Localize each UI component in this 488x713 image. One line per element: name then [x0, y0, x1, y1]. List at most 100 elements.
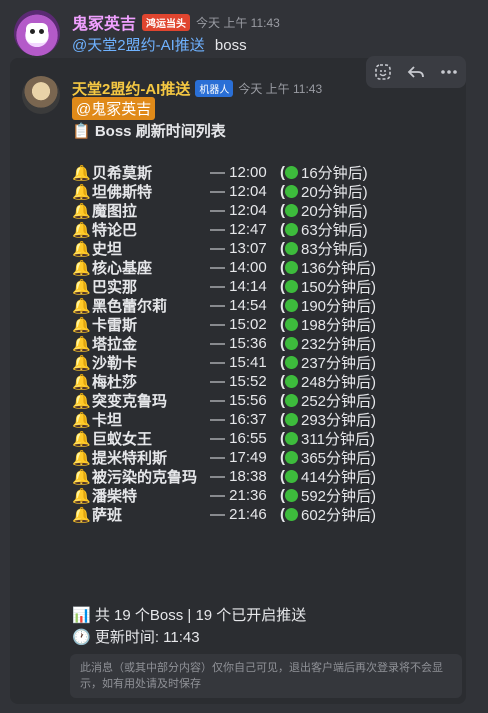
bell-icon: 🔔 [72, 506, 91, 524]
boss-time: — 12:04 [210, 183, 267, 200]
bot-avatar[interactable] [22, 76, 60, 114]
summary-text: 📊 共 19 个Boss | 19 个已开启推送 [72, 607, 307, 624]
boss-list-title: 📋 Boss 刷新时间列表 [72, 123, 226, 140]
status-dot-icon [285, 375, 298, 388]
bell-icon: 🔔 [72, 430, 91, 448]
status-dot-icon [285, 166, 298, 179]
boss-eta: 237分钟后) [301, 355, 377, 372]
boss-time: — 12:47 [210, 221, 267, 238]
status-dot-icon [285, 470, 298, 483]
bell-icon: 🔔 [72, 468, 91, 486]
bell-icon: 🔔 [72, 221, 91, 239]
boss-row: 🔔 核心基座 — 14:00(136分钟后) [72, 258, 462, 277]
status-dot-icon [285, 299, 298, 312]
message-header: 鬼冢英吉 鸿运当头 今天 上午 11:43 [72, 10, 280, 34]
boss-time: — 21:46 [210, 506, 267, 523]
boss-name: 沙勒卡 [92, 355, 138, 372]
timestamp: 今天 上午 11:43 [196, 15, 280, 30]
status-dot-icon [285, 204, 298, 217]
add-reaction-icon[interactable] [372, 61, 394, 83]
boss-eta: 20分钟后) [301, 203, 368, 220]
boss-row: 🔔 黑色蕾尔莉 — 14:54(190分钟后) [72, 296, 462, 315]
bell-icon: 🔔 [72, 335, 91, 353]
user-badge: 鸿运当头 [142, 13, 191, 31]
avatar-face [26, 23, 48, 43]
boss-time: — 15:56 [210, 392, 267, 409]
boss-row: 🔔 沙勒卡 — 15:41(237分钟后) [72, 353, 462, 372]
bell-icon: 🔔 [72, 316, 91, 334]
boss-name: 黑色蕾尔莉 [92, 298, 168, 315]
boss-name: 坦佛斯特 [92, 184, 153, 201]
boss-name: 贝希莫斯 [92, 165, 153, 182]
boss-name: 特论巴 [92, 222, 138, 239]
boss-eta: 20分钟后) [301, 184, 368, 201]
boss-row: 🔔 巴实那 — 14:14(150分钟后) [72, 277, 462, 296]
boss-name: 萨班 [92, 507, 123, 524]
boss-row: 🔔 潘柴特 — 21:36(592分钟后) [72, 486, 462, 505]
bell-icon: 🔔 [72, 278, 91, 296]
status-dot-icon [285, 356, 298, 369]
boss-time: — 15:36 [210, 335, 267, 352]
boss-eta: 592分钟后) [301, 488, 377, 505]
boss-time: — 15:52 [210, 373, 267, 390]
bot-username[interactable]: 天堂2盟约-AI推送 [72, 78, 190, 99]
mention-pill[interactable]: @鬼冢英吉 [72, 97, 156, 120]
bell-icon: 🔔 [72, 183, 91, 201]
boss-row: 🔔 卡坦 — 16:37(293分钟后) [72, 410, 462, 429]
status-dot-icon [285, 413, 298, 426]
boss-time: — 21:36 [210, 487, 267, 504]
username[interactable]: 鬼冢英吉 [72, 10, 136, 34]
bell-icon: 🔔 [72, 297, 91, 315]
updated-time: 🕐 更新时间: 11:43 [72, 629, 200, 646]
boss-name: 魔图拉 [92, 203, 138, 220]
boss-time: — 14:00 [210, 259, 267, 276]
boss-row: 🔔 史坦 — 13:07(83分钟后) [72, 239, 462, 258]
boss-eta: 293分钟后) [301, 412, 377, 429]
user-avatar[interactable] [14, 10, 60, 56]
status-dot-icon [285, 394, 298, 407]
boss-row: 🔔 贝希莫斯 — 12:00(16分钟后) [72, 163, 462, 182]
mention-link[interactable]: @天堂2盟约-AI推送 [72, 37, 205, 54]
boss-eta: 16分钟后) [301, 165, 368, 182]
boss-time: — 18:38 [210, 468, 267, 485]
boss-row: 🔔 魔图拉 — 12:04(20分钟后) [72, 201, 462, 220]
status-dot-icon [285, 261, 298, 274]
boss-eta: 198分钟后) [301, 317, 377, 334]
boss-eta: 83分钟后) [301, 241, 368, 258]
bell-icon: 🔔 [72, 202, 91, 220]
status-dot-icon [285, 432, 298, 445]
boss-time: — 14:14 [210, 278, 267, 295]
boss-row: 🔔 坦佛斯特 — 12:04(20分钟后) [72, 182, 462, 201]
bell-icon: 🔔 [72, 392, 91, 410]
bell-icon: 🔔 [72, 411, 91, 429]
bell-icon: 🔔 [72, 259, 91, 277]
bell-icon: 🔔 [72, 240, 91, 258]
boss-eta: 63分钟后) [301, 222, 368, 239]
status-dot-icon [285, 489, 298, 502]
boss-name: 卡雷斯 [92, 317, 138, 334]
bot-message-header: 天堂2盟约-AI推送 机器人 今天 上午 11:43 [72, 78, 322, 99]
boss-row: 🔔 塔拉金 — 15:36(232分钟后) [72, 334, 462, 353]
boss-row: 🔔 被污染的克鲁玛 — 18:38(414分钟后) [72, 467, 462, 486]
boss-name: 塔拉金 [92, 336, 138, 353]
boss-name: 突变克鲁玛 [92, 393, 168, 410]
boss-eta: 414分钟后) [301, 469, 377, 486]
boss-eta: 252分钟后) [301, 393, 377, 410]
reply-icon[interactable] [405, 61, 427, 83]
boss-time: — 15:41 [210, 354, 267, 371]
bell-icon: 🔔 [72, 373, 91, 391]
boss-time: — 17:49 [210, 449, 267, 466]
boss-row: 🔔 突变克鲁玛 — 15:56(252分钟后) [72, 391, 462, 410]
more-icon[interactable] [438, 61, 460, 83]
boss-eta: 190分钟后) [301, 298, 377, 315]
ephemeral-notice: 此消息（或其中部分内容）仅你自己可见，退出客户端后再次登录将不会显示，如有用处请… [70, 654, 462, 698]
bot-badge: 机器人 [195, 80, 234, 97]
boss-time: — 15:02 [210, 316, 267, 333]
boss-time: — 14:54 [210, 297, 267, 314]
boss-time: — 12:04 [210, 202, 267, 219]
bell-icon: 🔔 [72, 449, 91, 467]
message-toolbar [366, 56, 466, 88]
bell-icon: 🔔 [72, 487, 91, 505]
boss-eta: 311分钟后) [301, 431, 375, 448]
boss-name: 巴实那 [92, 279, 138, 296]
